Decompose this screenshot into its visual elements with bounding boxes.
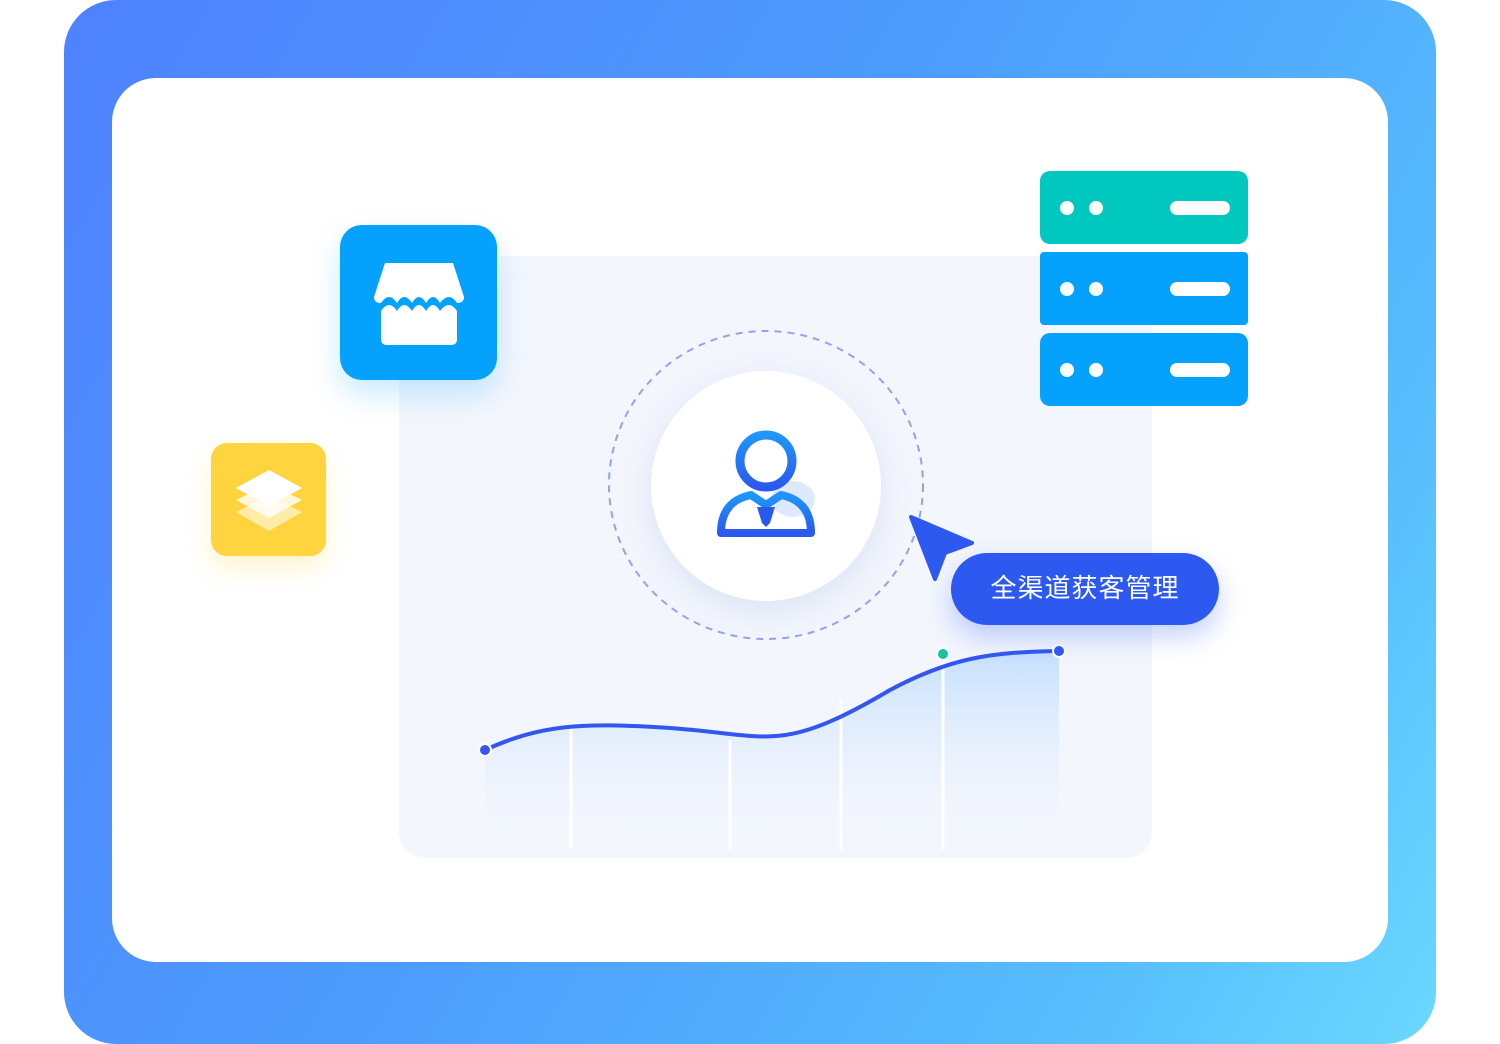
layers-app-tile [211,443,326,556]
user-icon [717,430,815,537]
server-stack [1040,170,1250,408]
chart-point-highlight [936,647,950,661]
store-icon [374,263,464,345]
store-app-tile [340,225,497,380]
avatar-circle [651,371,881,601]
server-icon [1040,171,1248,406]
layers-icon [236,470,302,531]
chart-point [1052,644,1066,658]
growth-line-chart [478,644,1066,850]
channel-label-pill: 全渠道获客管理 [951,553,1219,625]
chart-point [478,743,492,757]
